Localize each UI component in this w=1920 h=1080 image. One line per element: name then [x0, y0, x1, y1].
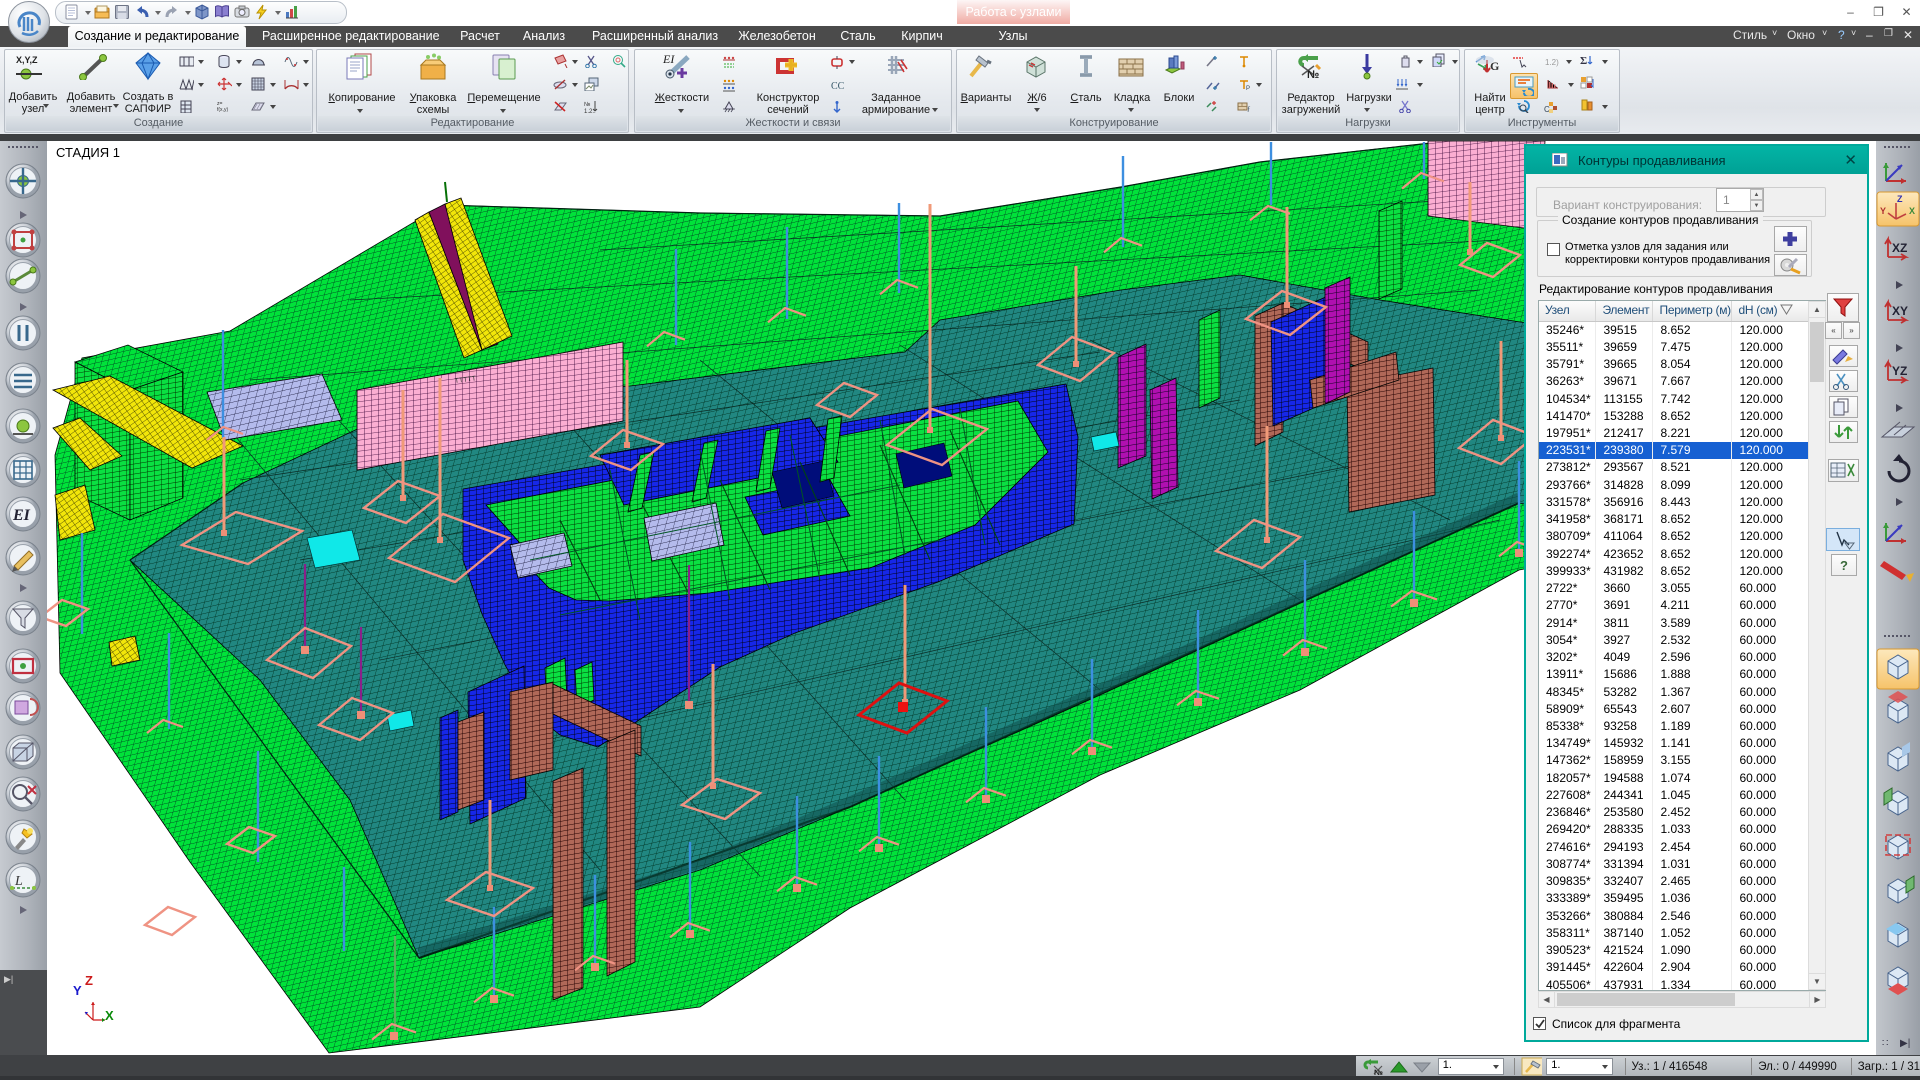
svg-text:X: X: [105, 1008, 114, 1023]
svg-text:∷: ∷: [1882, 1038, 1888, 1049]
svg-text:ƒ: ƒ: [1247, 105, 1251, 113]
svg-text:XZ: XZ: [1892, 241, 1907, 255]
svg-text:№: №: [1374, 1068, 1383, 1076]
svg-text:YZ: YZ: [1892, 364, 1907, 378]
svg-text:Y: Y: [1880, 206, 1886, 216]
svg-text:Z: Z: [1897, 194, 1903, 204]
svg-text:▶|: ▶|: [1900, 1038, 1910, 1049]
svg-text:L: L: [14, 874, 23, 889]
svg-text:Y: Y: [73, 983, 82, 998]
svg-text:X: X: [1909, 206, 1915, 216]
svg-text:f(x,y): f(x,y): [217, 107, 228, 113]
svg-text:EI: EI: [12, 507, 31, 524]
svg-text:XY: XY: [1892, 304, 1908, 318]
svg-text:1.2): 1.2): [1545, 58, 1559, 67]
svg-text:Z: Z: [85, 973, 93, 988]
svg-text:№: №: [1307, 69, 1319, 80]
svg-text:EI: EI: [662, 52, 675, 66]
svg-text:CC: CC: [831, 81, 845, 92]
svg-text:P: P: [1246, 86, 1250, 91]
svg-text:Σ: Σ: [1580, 55, 1587, 67]
svg-text:№: №: [584, 101, 590, 108]
svg-text:X,Y,Z: X,Y,Z: [16, 55, 38, 65]
